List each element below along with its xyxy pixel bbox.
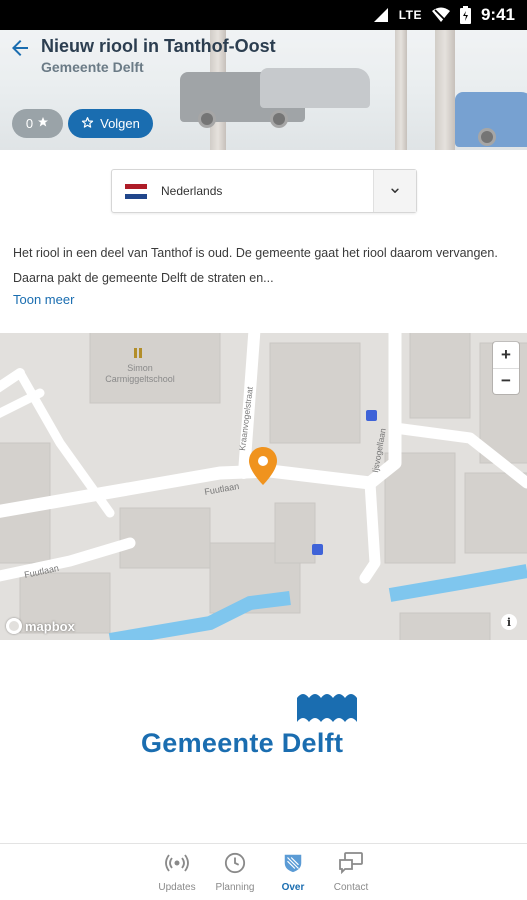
language-label: Nederlands [161, 184, 223, 198]
nav-contact[interactable]: Contact [321, 852, 381, 893]
back-arrow-icon[interactable] [8, 36, 32, 60]
zoom-out-button[interactable]: − [493, 367, 519, 395]
chat-icon [339, 852, 363, 879]
mapbox-attribution[interactable]: mapbox [6, 618, 75, 634]
map-road [359, 477, 381, 584]
parking-icon [312, 544, 323, 555]
chevron-down-icon[interactable] [373, 170, 416, 212]
map-building [269, 342, 361, 444]
mapbox-label: mapbox [25, 618, 75, 634]
map-info-button[interactable]: i [501, 614, 517, 630]
map-building [464, 472, 527, 554]
status-bar: LTE 9:41 [0, 0, 527, 30]
nav-label: Updates [158, 882, 196, 893]
delft-crown-icon [297, 694, 357, 722]
follow-label: Volgen [100, 116, 140, 131]
map-water [388, 564, 527, 602]
rating-count: 0 [25, 116, 34, 131]
nav-label: Over [281, 882, 305, 893]
map-building [89, 333, 221, 404]
follow-button[interactable]: Volgen [68, 109, 153, 138]
project-header: Nieuw riool in Tanthof-Oost Gemeente Del… [0, 30, 527, 150]
gemeente-delft-logo: Gemeente Delft [141, 690, 361, 760]
logo-text: Gemeente Delft [141, 728, 344, 758]
wifi-icon [431, 7, 450, 23]
map-view[interactable]: Simon Carmiggeltschool Kraanvogelstraat … [0, 333, 527, 640]
bottom-nav: Updates Planning Over Contact [0, 843, 527, 900]
language-select[interactable]: Nederlands [111, 169, 417, 213]
battery-icon [459, 6, 471, 24]
status-time: 9:41 [480, 5, 515, 24]
nav-label: Planning [215, 882, 255, 893]
map-building [274, 502, 316, 564]
map-building [119, 507, 211, 569]
zoom-controls: + − [493, 342, 519, 394]
zoom-in-button[interactable]: + [493, 342, 519, 368]
nav-planning[interactable]: Planning [205, 852, 265, 893]
star-outline-icon [81, 116, 94, 132]
parking-icon [366, 410, 377, 421]
clock-icon [223, 852, 247, 879]
rating-button[interactable]: 0 [12, 109, 63, 138]
svg-text:Carmiggeltschool: Carmiggeltschool [105, 374, 175, 384]
map-canvas: Simon Carmiggeltschool Kraanvogelstraat … [0, 333, 527, 640]
project-description: Het riool in een deel van Tanthof is oud… [13, 246, 498, 285]
mapbox-logo-icon [6, 618, 22, 634]
broadcast-icon [165, 852, 189, 879]
map-water [108, 591, 291, 640]
page-title: Nieuw riool in Tanthof-Oost [41, 36, 276, 56]
nav-over[interactable]: Over [263, 852, 323, 893]
page-subtitle: Gemeente Delft [41, 59, 144, 75]
location-pin-icon [249, 447, 277, 485]
dutch-flag-icon [125, 183, 147, 199]
map-building [409, 333, 471, 419]
nav-updates[interactable]: Updates [147, 852, 207, 893]
show-more-link[interactable]: Toon meer [13, 292, 74, 307]
school-icon [134, 348, 137, 358]
map-building [399, 612, 491, 640]
map-label-school: Simon [127, 363, 153, 373]
nav-label: Contact [333, 882, 369, 893]
shield-icon [281, 852, 305, 879]
signal-icon [373, 7, 389, 23]
map-label-street2: Fuutlaan [204, 481, 240, 497]
network-type: LTE [398, 8, 422, 22]
star-icon [37, 116, 49, 131]
